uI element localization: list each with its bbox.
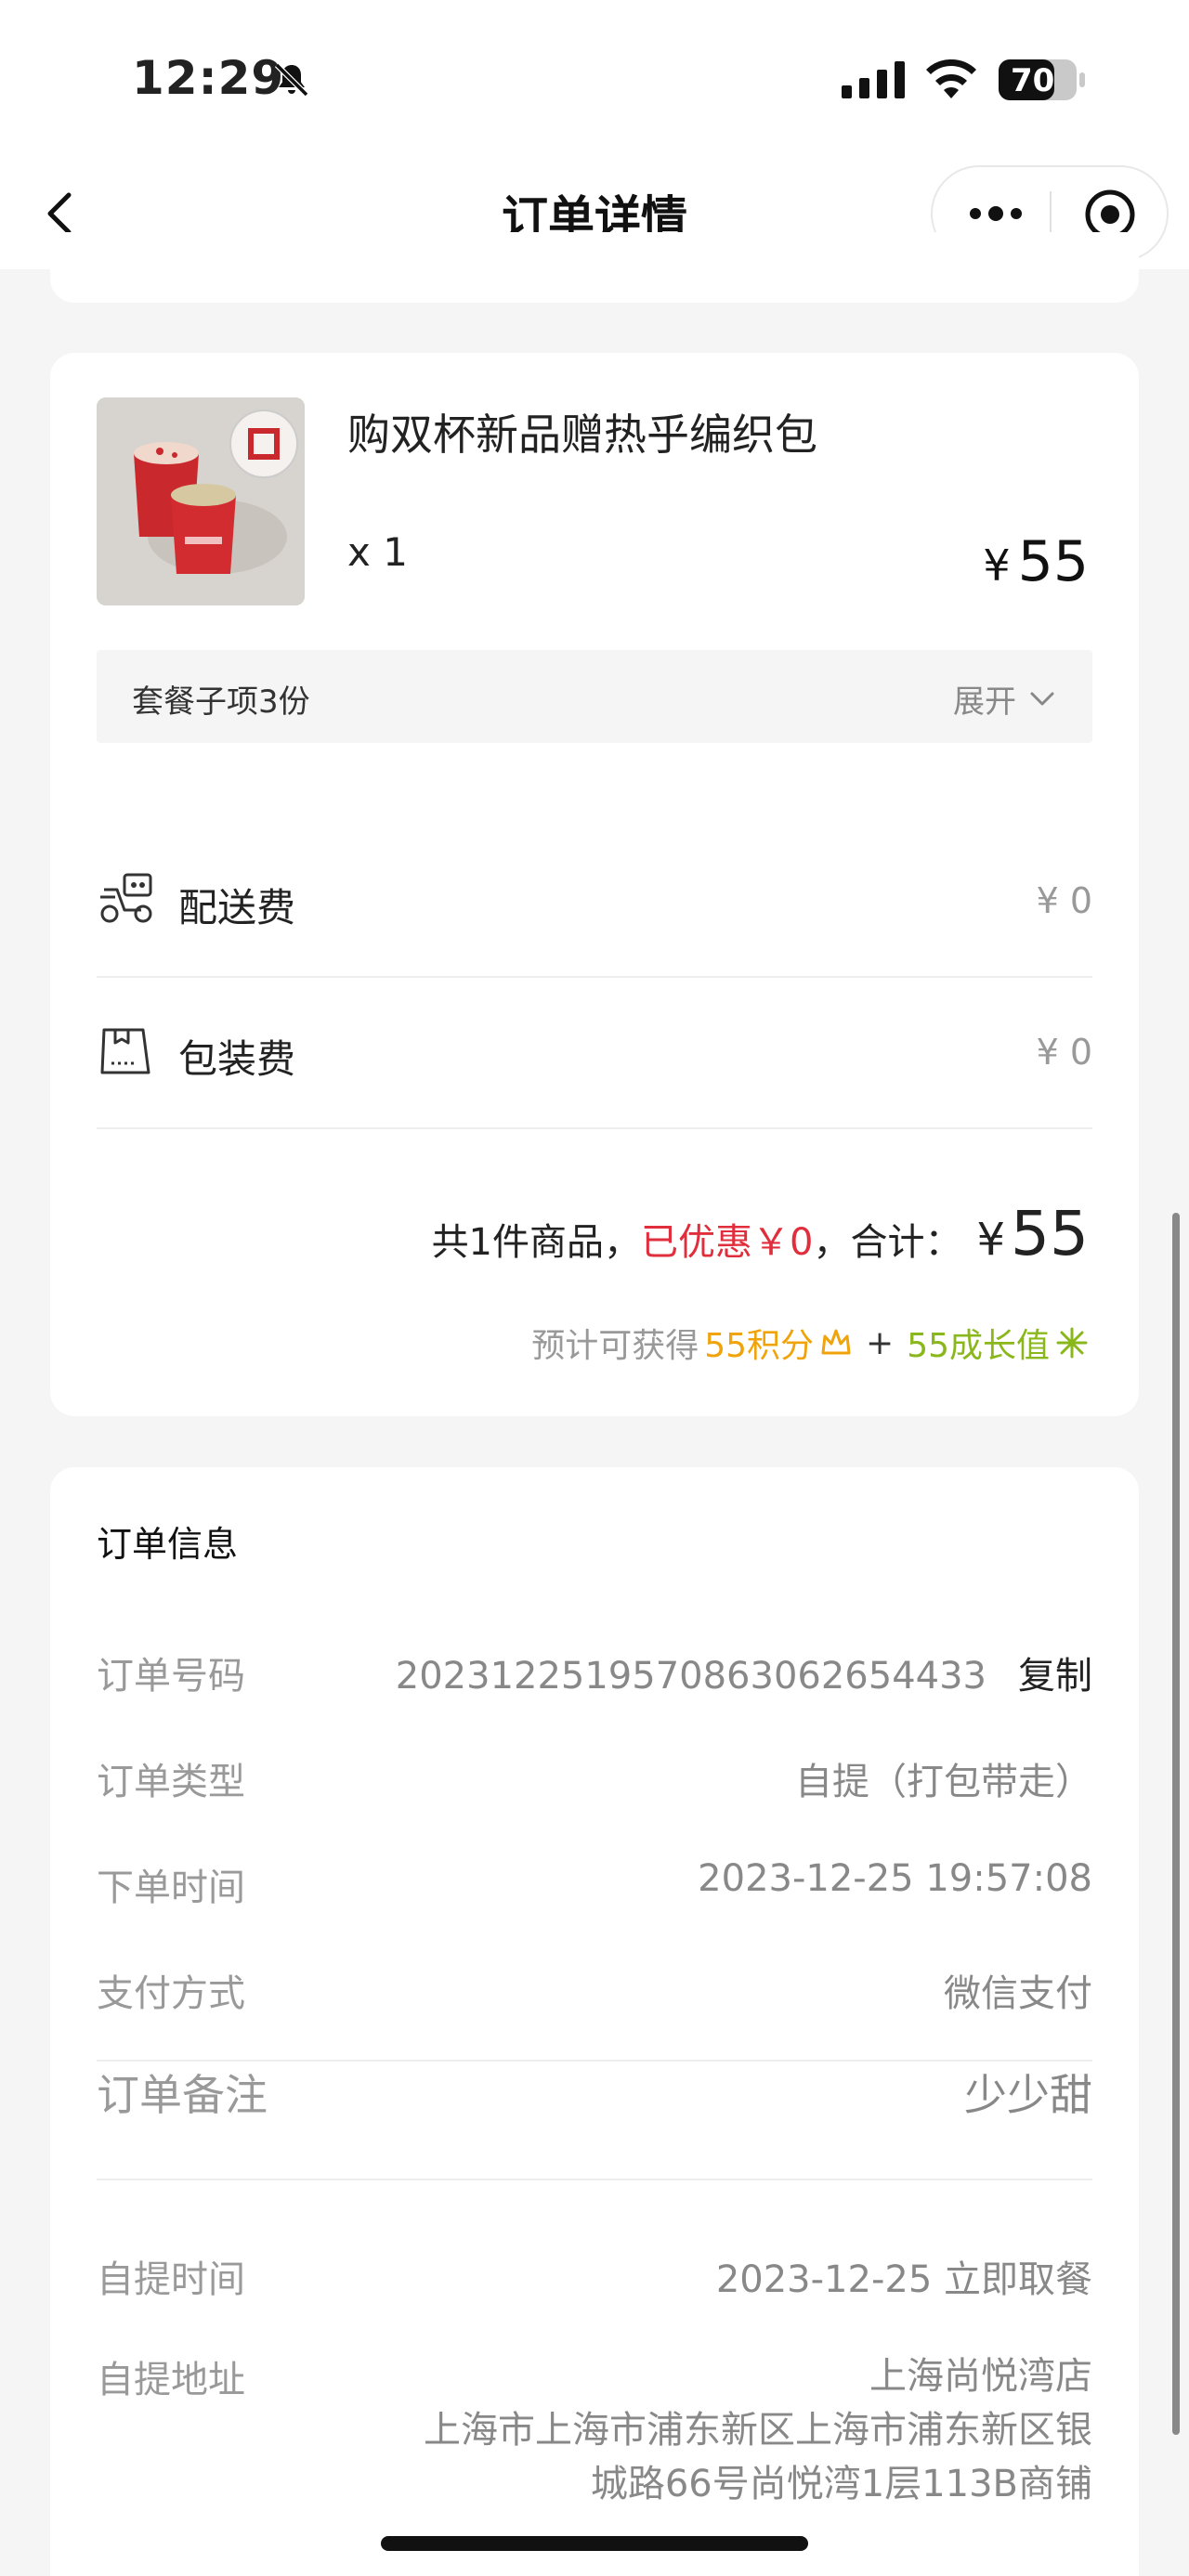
previous-card bbox=[50, 232, 1139, 303]
pickup-address-line2: 城路66号尚悦湾1层113B商铺 bbox=[590, 2463, 1092, 2505]
pickup-time-label: 自提时间 bbox=[97, 2258, 245, 2301]
product-image bbox=[97, 397, 305, 605]
status-time: 12:29 bbox=[132, 51, 285, 105]
points-crown-icon bbox=[821, 1329, 851, 1355]
delivery-fee-value: ¥ 0 bbox=[1036, 880, 1092, 921]
order-number-value: 2023122519570863062654433 bbox=[395, 1655, 986, 1698]
packaging-fee-value: ¥ 0 bbox=[1036, 1032, 1092, 1073]
order-total-line: 共1件商品， 已优惠￥0 ，合计： ¥ 55 bbox=[432, 1198, 1089, 1269]
product-name: 购双杯新品赠热乎编织包 bbox=[347, 410, 817, 460]
pickup-address-row: 自提地址 上海尚悦湾店 上海市上海市浦东新区上海市浦东新区银 城路66号尚悦湾1… bbox=[97, 2349, 1092, 2535]
combo-label: 套餐子项3份 bbox=[132, 683, 310, 721]
delivery-fee-row: 配送费 ¥ 0 bbox=[97, 826, 1092, 978]
discount-text: 已优惠￥0 bbox=[641, 1221, 814, 1264]
growth-text: 55成长值 bbox=[907, 1327, 1050, 1365]
scooter-icon bbox=[100, 873, 152, 923]
chevron-down-icon bbox=[1030, 692, 1054, 705]
price-amount: 55 bbox=[1017, 529, 1089, 594]
points-text: 55积分 bbox=[704, 1327, 815, 1365]
pickup-address-value: 上海尚悦湾店 上海市上海市浦东新区上海市浦东新区银 城路66号尚悦湾1层113B… bbox=[424, 2349, 1092, 2511]
pickup-address-line1: 上海市上海市浦东新区上海市浦东新区银 bbox=[424, 2409, 1092, 2452]
combo-toggle-label: 展开 bbox=[953, 683, 1016, 721]
rewards-plus: + bbox=[866, 1323, 895, 1362]
capsule-divider bbox=[1050, 191, 1052, 238]
price-currency: ¥ bbox=[983, 540, 1011, 591]
product-card: 购双杯新品赠热乎编织包 x 1 ¥55 套餐子项3份 展开 配送费 ¥ 0 包装… bbox=[50, 353, 1139, 1416]
growth-sparkle-icon bbox=[1056, 1327, 1088, 1359]
home-indicator bbox=[381, 2536, 808, 2551]
pickup-time-row: 自提时间 2023-12-25 立即取餐 bbox=[97, 2249, 1092, 2314]
order-time-value: 2023-12-25 19:57:08 bbox=[698, 1857, 1092, 1900]
status-bar: 12:29 70 bbox=[0, 0, 1189, 158]
divider bbox=[97, 2179, 1092, 2180]
bell-muted-icon bbox=[274, 62, 309, 98]
total-currency: ¥ bbox=[976, 1214, 1006, 1266]
packaging-fee-row: 包装费 ¥ 0 bbox=[97, 978, 1092, 1129]
item-count-text: 共1件商品， bbox=[431, 1221, 642, 1264]
order-number-value-wrap: 2023122519570863062654433 复制 bbox=[396, 1646, 1092, 1699]
scrollbar[interactable] bbox=[1172, 1213, 1180, 2435]
combo-expand-toggle[interactable]: 展开 bbox=[953, 676, 1055, 722]
order-info-title: 订单信息 bbox=[97, 1524, 239, 1565]
signal-icon bbox=[842, 61, 905, 98]
pickup-time-value: 2023-12-25 立即取餐 bbox=[715, 2258, 1092, 2301]
order-type-value: 自提（打包带走） bbox=[795, 1761, 1092, 1803]
delivery-fee-label: 配送费 bbox=[178, 885, 296, 930]
packaging-fee-label: 包装费 bbox=[178, 1036, 296, 1082]
order-remark-label: 订单备注 bbox=[97, 2070, 268, 2120]
payment-method-row: 支付方式 微信支付 bbox=[97, 1963, 1092, 2028]
order-remark-value: 少少甜 bbox=[964, 2070, 1092, 2120]
battery-icon: 70 bbox=[998, 59, 1087, 101]
wifi-icon bbox=[926, 59, 976, 98]
copy-button[interactable]: 复制 bbox=[1018, 1655, 1092, 1698]
combo-items-bar[interactable]: 套餐子项3份 展开 bbox=[97, 650, 1092, 743]
total-prefix: ，合计： bbox=[813, 1221, 962, 1264]
rewards-prefix: 预计可获得 bbox=[531, 1327, 699, 1365]
order-remark-row: 订单备注 少少甜 bbox=[97, 2062, 1092, 2127]
rewards-line: 预计可获得 55积分 + 55成长值 bbox=[531, 1319, 1089, 1367]
total-amount: 55 bbox=[1011, 1198, 1089, 1269]
order-time-row: 下单时间 2023-12-25 19:57:08 bbox=[97, 1857, 1092, 1922]
pickup-address-label: 自提地址 bbox=[97, 2359, 245, 2401]
order-type-row: 订单类型 自提（打包带走） bbox=[97, 1751, 1092, 1816]
payment-method-label: 支付方式 bbox=[97, 1972, 245, 2015]
product-price: ¥55 bbox=[983, 529, 1089, 594]
more-icon[interactable] bbox=[966, 197, 1026, 230]
order-number-label: 订单号码 bbox=[97, 1655, 245, 1698]
battery-level: 70 bbox=[1011, 62, 1055, 99]
pickup-store-name: 上海尚悦湾店 bbox=[869, 2355, 1092, 2398]
order-info-card: 订单信息 订单号码 2023122519570863062654433 复制 订单… bbox=[50, 1467, 1139, 2576]
product-quantity: x 1 bbox=[347, 529, 408, 575]
order-time-label: 下单时间 bbox=[97, 1867, 245, 1909]
order-type-label: 订单类型 bbox=[97, 1761, 245, 1803]
payment-method-value: 微信支付 bbox=[944, 1972, 1092, 2015]
bag-icon bbox=[100, 1028, 150, 1074]
order-number-row: 订单号码 2023122519570863062654433 复制 bbox=[97, 1646, 1092, 1711]
